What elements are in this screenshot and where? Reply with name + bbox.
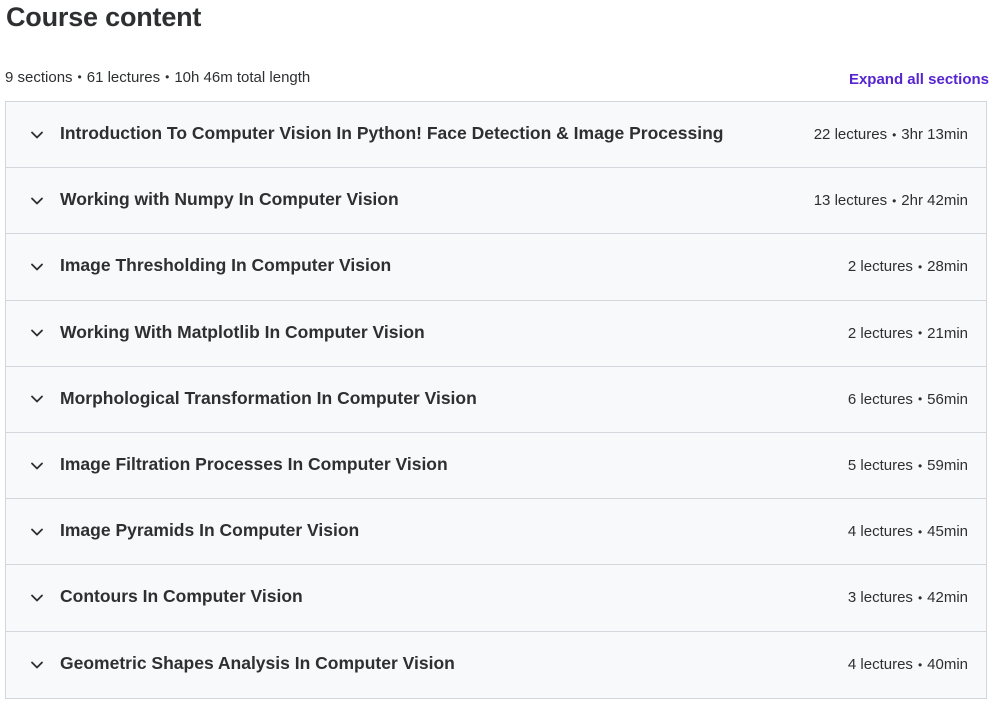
section-title: Contours In Computer Vision: [60, 586, 303, 607]
section-row[interactable]: Working with Numpy In Computer Vision 13…: [6, 168, 986, 235]
separator-dot: •: [917, 392, 923, 407]
separator-dot: •: [917, 590, 923, 605]
section-duration: 28min: [927, 258, 968, 276]
separator-dot: •: [917, 657, 923, 672]
section-lectures: 6 lectures: [847, 390, 913, 408]
section-lectures: 22 lectures: [813, 126, 888, 144]
section-title: Morphological Transformation In Computer…: [60, 387, 477, 408]
section-title: Image Thresholding In Computer Vision: [60, 255, 392, 276]
section-lectures: 2 lectures: [847, 324, 913, 342]
course-summary: 9 sections • 61 lectures • 10h 46m total…: [5, 69, 310, 86]
section-row[interactable]: Morphological Transformation In Computer…: [6, 366, 986, 433]
section-meta: 2 lectures • 21min: [848, 325, 968, 342]
section-meta: 4 lectures • 45min: [848, 523, 968, 540]
section-row[interactable]: Working With Matplotlib In Computer Visi…: [6, 300, 986, 367]
chevron-down-icon: [30, 591, 44, 605]
section-title: Introduction To Computer Vision In Pytho…: [60, 123, 724, 144]
lectures-count: 61 lectures: [86, 68, 161, 86]
section-title: Image Filtration Processes In Computer V…: [60, 454, 448, 475]
section-duration: 42min: [927, 589, 968, 607]
separator-dot: •: [165, 70, 170, 84]
section-meta: 2 lectures • 28min: [848, 258, 968, 275]
section-row[interactable]: Image Filtration Processes In Computer V…: [6, 432, 986, 500]
section-duration: 40min: [927, 656, 968, 674]
section-row[interactable]: Contours In Computer Vision 3 lectures •…: [6, 565, 986, 632]
chevron-down-icon: [30, 128, 44, 142]
section-duration: 3hr 13min: [901, 126, 968, 144]
section-meta: 4 lectures • 40min: [848, 656, 968, 673]
course-sections-list: Introduction To Computer Vision In Pytho…: [5, 101, 987, 699]
section-title: Working with Numpy In Computer Vision: [60, 189, 399, 210]
separator-dot: •: [917, 458, 923, 473]
chevron-down-icon: [30, 459, 44, 473]
section-title: Geometric Shapes Analysis In Computer Vi…: [60, 653, 455, 674]
expand-all-sections-button[interactable]: Expand all sections: [849, 71, 989, 88]
section-meta: 5 lectures • 59min: [848, 457, 968, 474]
chevron-down-icon: [30, 260, 44, 274]
section-duration: 59min: [927, 457, 968, 475]
section-lectures: 4 lectures: [847, 523, 913, 541]
page-title: Course content: [6, 2, 202, 32]
section-lectures: 3 lectures: [847, 589, 913, 607]
section-duration: 2hr 42min: [901, 192, 968, 210]
section-meta: 6 lectures • 56min: [848, 391, 968, 408]
section-duration: 21min: [927, 324, 968, 342]
section-lectures: 4 lectures: [847, 656, 913, 674]
section-lectures: 13 lectures: [813, 192, 888, 210]
course-summary-row: 9 sections • 61 lectures • 10h 46m total…: [5, 66, 989, 88]
section-title: Image Pyramids In Computer Vision: [60, 520, 360, 541]
separator-dot: •: [917, 259, 923, 274]
chevron-down-icon: [30, 658, 44, 672]
section-meta: 3 lectures • 42min: [848, 589, 968, 606]
section-meta: 22 lectures • 3hr 13min: [814, 126, 968, 143]
section-meta: 13 lectures • 2hr 42min: [814, 192, 968, 209]
section-row[interactable]: Introduction To Computer Vision In Pytho…: [6, 102, 986, 169]
total-length: 10h 46m total length: [174, 68, 311, 86]
separator-dot: •: [77, 70, 82, 84]
chevron-down-icon: [30, 326, 44, 340]
separator-dot: •: [892, 127, 897, 142]
section-lectures: 2 lectures: [847, 258, 913, 276]
section-title: Working With Matplotlib In Computer Visi…: [60, 321, 425, 342]
section-row[interactable]: Image Thresholding In Computer Vision 2 …: [6, 234, 986, 301]
section-row[interactable]: Image Pyramids In Computer Vision 4 lect…: [6, 499, 986, 566]
chevron-down-icon: [30, 194, 44, 208]
separator-dot: •: [892, 193, 897, 208]
separator-dot: •: [917, 326, 923, 341]
section-row[interactable]: Geometric Shapes Analysis In Computer Vi…: [6, 631, 986, 698]
sections-count: 9 sections: [5, 68, 73, 86]
section-duration: 56min: [927, 390, 968, 408]
section-lectures: 5 lectures: [847, 457, 913, 475]
chevron-down-icon: [30, 392, 44, 406]
chevron-down-icon: [30, 525, 44, 539]
separator-dot: •: [917, 524, 923, 539]
section-duration: 45min: [927, 523, 968, 541]
